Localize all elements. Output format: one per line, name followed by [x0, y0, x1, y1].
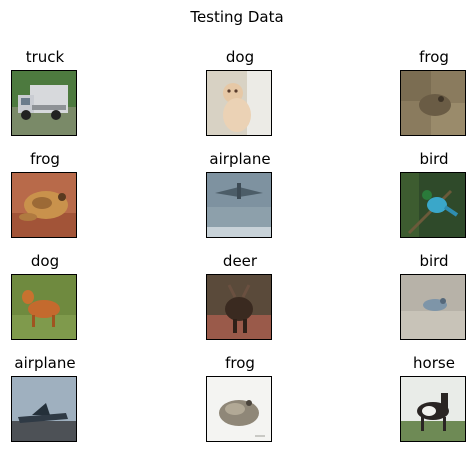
panel-label: frog: [419, 48, 449, 66]
grid-panel-bird: bird: [400, 150, 468, 240]
panel-label: dog: [225, 48, 255, 66]
dog-image: [206, 70, 272, 136]
panel-label: dog: [30, 252, 60, 270]
grid-panel-frog: frog: [206, 354, 274, 444]
grid-panel-horse: horse: [400, 354, 468, 444]
frog-image: [11, 172, 77, 238]
panel-label: airplane: [209, 150, 271, 168]
deer-image: [206, 274, 272, 340]
airplane-image: [206, 172, 272, 238]
truck-image: [11, 70, 77, 136]
bird-image: [400, 172, 466, 238]
image-grid: truck dog frog frog airplane bird dog de…: [0, 0, 474, 451]
grid-panel-frog: frog: [11, 150, 79, 240]
panel-label: frog: [30, 150, 60, 168]
grid-panel-airplane: airplane: [11, 354, 79, 444]
grid-panel-deer: deer: [206, 252, 274, 342]
airplane-image: [11, 376, 77, 442]
panel-label: airplane: [14, 354, 76, 372]
panel-label: truck: [25, 48, 65, 66]
grid-panel-airplane: airplane: [206, 150, 274, 240]
bird-image: [400, 274, 466, 340]
horse-image: [400, 376, 466, 442]
panel-label: frog: [225, 354, 255, 372]
grid-panel-truck: truck: [11, 48, 79, 138]
grid-panel-frog: frog: [400, 48, 468, 138]
panel-label: bird: [419, 150, 449, 168]
grid-panel-dog: dog: [206, 48, 274, 138]
panel-label: horse: [413, 354, 455, 372]
grid-panel-bird: bird: [400, 252, 468, 342]
dog-image: [11, 274, 77, 340]
panel-label: bird: [419, 252, 449, 270]
frog-image: [206, 376, 272, 442]
panel-label: deer: [222, 252, 258, 270]
frog-image: [400, 70, 466, 136]
grid-panel-dog: dog: [11, 252, 79, 342]
